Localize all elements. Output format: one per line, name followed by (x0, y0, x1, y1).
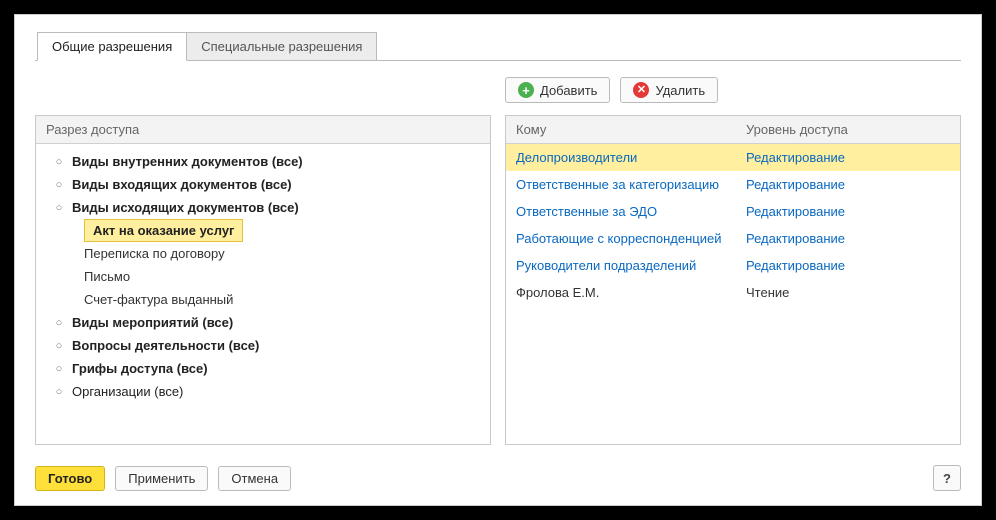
tree-expand-icon[interactable]: ○ (52, 156, 66, 168)
grid-cell-level[interactable]: Редактирование (736, 198, 960, 225)
grid-cell-level[interactable]: Редактирование (736, 252, 960, 279)
grid-cell-who[interactable]: Работающие с корреспонденцией (506, 225, 736, 252)
right-toolbar: + Добавить ✕ Удалить (505, 75, 961, 105)
plus-icon: + (518, 82, 534, 98)
tab-special[interactable]: Специальные разрешения (187, 32, 377, 61)
tree-row-label: Виды исходящих документов (все) (72, 200, 299, 215)
grid-body: ДелопроизводителиРедактированиеОтветстве… (506, 144, 960, 306)
tree-expand-icon[interactable]: ○ (52, 386, 66, 398)
tree-row[interactable]: ○ Вопросы деятельности (все) (40, 334, 486, 357)
grid-cell-level[interactable]: Редактирование (736, 225, 960, 252)
add-button-label: Добавить (540, 83, 597, 98)
ok-button[interactable]: Готово (35, 466, 105, 491)
tree-row-label: Организации (все) (72, 384, 183, 399)
tree-row-label: Виды входящих документов (все) (72, 177, 292, 192)
grid-row[interactable]: Ответственные за ЭДОРедактирование (506, 198, 960, 225)
grid-row[interactable]: ДелопроизводителиРедактирование (506, 144, 960, 171)
grid-cell-who[interactable]: Делопроизводители (506, 144, 736, 171)
access-tree-panel: Разрез доступа ○ Виды внутренних документ… (35, 115, 491, 445)
grid-col-level: Уровень доступа (736, 116, 960, 143)
tree-row[interactable]: ○ Виды внутренних документов (все) (40, 150, 486, 173)
tree-row-label: Виды внутренних документов (все) (72, 154, 303, 169)
tree-row-label: Виды мероприятий (все) (72, 315, 233, 330)
tree-expand-icon[interactable]: ○ (52, 340, 66, 352)
delete-button[interactable]: ✕ Удалить (620, 77, 718, 103)
access-grid-panel: Кому Уровень доступа ДелопроизводителиРе… (505, 115, 961, 445)
grid-row[interactable]: Работающие с корреспонденциейРедактирова… (506, 225, 960, 252)
grid-row[interactable]: Ответственные за категоризациюРедактиров… (506, 171, 960, 198)
grid-cell-level: Чтение (736, 279, 960, 306)
apply-button[interactable]: Применить (115, 466, 208, 491)
cancel-button[interactable]: Отмена (218, 466, 291, 491)
grid-cell-who: Фролова Е.М. (506, 279, 736, 306)
grid-row[interactable]: Руководители подразделенийРедактирование (506, 252, 960, 279)
tab-bar: Общие разрешения Специальные разрешения (37, 31, 981, 60)
delete-button-label: Удалить (655, 83, 705, 98)
tree-row[interactable]: ○ Виды исходящих документов (все) (40, 196, 486, 219)
tree-row[interactable]: ○ Виды мероприятий (все) (40, 311, 486, 334)
access-tree: ○ Виды внутренних документов (все) ○ Виды в… (36, 144, 490, 409)
grid-cell-level[interactable]: Редактирование (736, 144, 960, 171)
footer: Готово Применить Отмена ? (15, 455, 981, 505)
access-tree-header: Разрез доступа (36, 116, 490, 144)
help-button[interactable]: ? (933, 465, 961, 491)
grid-col-who: Кому (506, 116, 736, 143)
tree-child[interactable]: Акт на оказание услуг (84, 219, 243, 242)
grid-cell-level[interactable]: Редактирование (736, 171, 960, 198)
grid-cell-who[interactable]: Ответственные за ЭДО (506, 198, 736, 225)
tree-child[interactable]: Переписка по договору (40, 242, 486, 265)
tree-row-label: Грифы доступа (все) (72, 361, 208, 376)
grid-cell-who[interactable]: Руководители подразделений (506, 252, 736, 279)
permissions-window: Общие разрешения Специальные разрешения … (14, 14, 982, 506)
tree-expand-icon[interactable]: ○ (52, 202, 66, 214)
tree-row[interactable]: ○ Организации (все) (40, 380, 486, 403)
tab-general[interactable]: Общие разрешения (37, 32, 187, 61)
add-button[interactable]: + Добавить (505, 77, 610, 103)
tree-row[interactable]: ○ Виды входящих документов (все) (40, 173, 486, 196)
x-icon: ✕ (633, 82, 649, 98)
grid-row[interactable]: Фролова Е.М.Чтение (506, 279, 960, 306)
grid-header: Кому Уровень доступа (506, 116, 960, 144)
tree-child[interactable]: Счет-фактура выданный (40, 288, 486, 311)
tree-row[interactable]: ○ Грифы доступа (все) (40, 357, 486, 380)
tree-expand-icon[interactable]: ○ (52, 317, 66, 329)
grid-cell-who[interactable]: Ответственные за категоризацию (506, 171, 736, 198)
tree-expand-icon[interactable]: ○ (52, 363, 66, 375)
tree-child[interactable]: Письмо (40, 265, 486, 288)
tree-expand-icon[interactable]: ○ (52, 179, 66, 191)
tree-row-label: Вопросы деятельности (все) (72, 338, 259, 353)
